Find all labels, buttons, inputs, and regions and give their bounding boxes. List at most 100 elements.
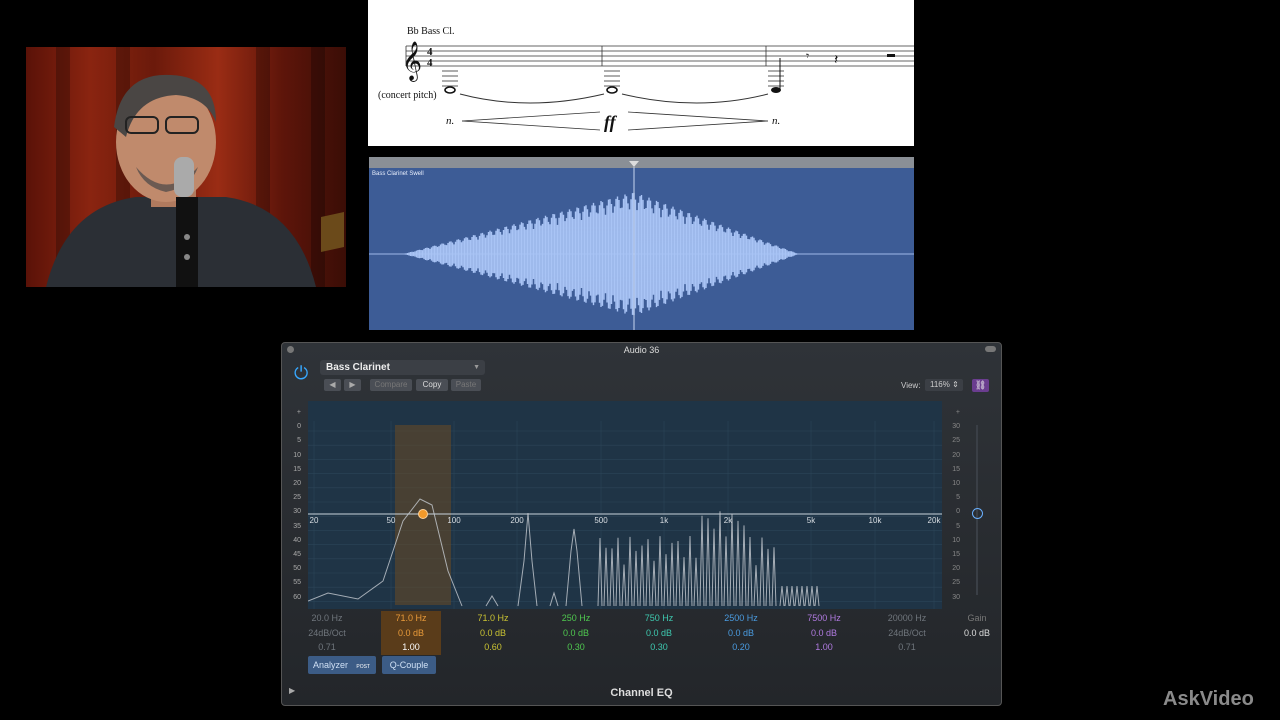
next-preset-button[interactable]: ▶ bbox=[344, 379, 361, 391]
eighth-rest-icon: 𝄾 bbox=[806, 49, 809, 63]
dynamic-peak: ff bbox=[604, 112, 618, 132]
preset-name: Bass Clarinet bbox=[326, 362, 390, 373]
freq-label: 200 bbox=[510, 516, 524, 525]
preset-selector[interactable]: Bass Clarinet ▼ bbox=[320, 360, 485, 375]
gain-slider-handle[interactable] bbox=[972, 508, 983, 519]
band-1-params[interactable]: 20.0 Hz 24dB/Oct 0.71 bbox=[297, 611, 357, 655]
band-8-params[interactable]: 20000 Hz 24dB/Oct 0.71 bbox=[877, 611, 937, 655]
band-q[interactable]: 0.60 bbox=[463, 640, 523, 655]
pitch-note: (concert pitch) bbox=[378, 90, 437, 101]
db-tick: 25 bbox=[293, 494, 301, 502]
band-gain[interactable]: 0.0 dB bbox=[381, 626, 441, 641]
band-6-params[interactable]: 2500 Hz 0.0 dB 0.20 bbox=[711, 611, 771, 655]
playhead-marker bbox=[629, 161, 639, 167]
band-q[interactable]: 1.00 bbox=[794, 640, 854, 655]
view-zoom-select[interactable]: 116% ⇕ bbox=[925, 379, 963, 391]
db-tick: 15 bbox=[293, 465, 301, 473]
band-freq[interactable]: 71.0 Hz bbox=[463, 611, 523, 626]
half-rest-icon bbox=[887, 54, 895, 57]
band-4-params[interactable]: 250 Hz 0.0 dB 0.30 bbox=[546, 611, 606, 655]
band-freq[interactable]: 750 Hz bbox=[629, 611, 689, 626]
band-q[interactable]: 0.71 bbox=[297, 640, 357, 655]
band-gain[interactable]: 0.0 dB bbox=[546, 626, 606, 641]
whole-note bbox=[444, 86, 456, 94]
eq-graph[interactable]: 20 50 100 200 500 1k 2k 5k 10k 20k bbox=[308, 401, 942, 609]
band-q[interactable]: 0.30 bbox=[629, 640, 689, 655]
band-gain[interactable]: 0.0 dB bbox=[463, 626, 523, 641]
post-badge: POST bbox=[356, 664, 370, 670]
askvideo-logo: AskVideo bbox=[1163, 688, 1254, 710]
band-freq[interactable]: 2500 Hz bbox=[711, 611, 771, 626]
band-7-params[interactable]: 7500 Hz 0.0 dB 1.00 bbox=[794, 611, 854, 655]
band-freq[interactable]: 20000 Hz bbox=[877, 611, 937, 626]
right-db-tick: 20 bbox=[952, 565, 960, 573]
band-q[interactable]: 1.00 bbox=[381, 640, 441, 655]
band-3-params[interactable]: 71.0 Hz 0.0 dB 0.60 bbox=[463, 611, 523, 655]
db-tick: 10 bbox=[293, 451, 301, 459]
band2-handle[interactable] bbox=[418, 509, 428, 519]
time-sig-bottom: 4 bbox=[427, 57, 433, 69]
q-couple-button[interactable]: Q-Couple bbox=[382, 656, 436, 674]
prev-preset-button[interactable]: ◀ bbox=[324, 379, 341, 391]
analyzer-button[interactable]: Analyzer POST bbox=[308, 656, 376, 674]
freq-label: 20k bbox=[928, 516, 942, 525]
compare-button[interactable]: Compare bbox=[370, 379, 412, 391]
band-2-params[interactable]: 71.0 Hz 0.0 dB 1.00 bbox=[381, 611, 441, 655]
band-freq[interactable]: 250 Hz bbox=[546, 611, 606, 626]
dynamic-start: n. bbox=[446, 115, 454, 127]
treble-clef-icon: 𝄞 bbox=[402, 42, 422, 82]
right-db-tick: + bbox=[955, 409, 960, 416]
gain-label: Gain bbox=[967, 613, 987, 623]
right-db-tick: 15 bbox=[952, 465, 960, 473]
db-tick: 0 bbox=[297, 423, 301, 431]
band-gain[interactable]: 24dB/Oct bbox=[877, 626, 937, 641]
gain-value[interactable]: 0.0 dB bbox=[954, 626, 1000, 641]
quarter-rest-icon: 𝄽 bbox=[834, 53, 838, 68]
freq-label: 50 bbox=[387, 516, 396, 525]
freq-label: 5k bbox=[807, 516, 816, 525]
video-frame bbox=[26, 47, 346, 287]
copy-button[interactable]: Copy bbox=[416, 379, 448, 391]
band-q[interactable]: 0.71 bbox=[877, 640, 937, 655]
db-tick: 40 bbox=[293, 536, 301, 544]
power-icon[interactable]: ⏻ bbox=[294, 364, 312, 382]
right-db-tick: 15 bbox=[952, 551, 960, 558]
paste-button[interactable]: Paste bbox=[451, 379, 481, 391]
band-gain[interactable]: 0.0 dB bbox=[711, 626, 771, 641]
band-freq[interactable]: 7500 Hz bbox=[794, 611, 854, 626]
db-tick: 60 bbox=[293, 593, 301, 601]
link-icon[interactable]: ⛓ bbox=[972, 379, 989, 392]
freq-label: 1k bbox=[660, 516, 669, 525]
right-db-tick: 5 bbox=[956, 522, 960, 530]
db-tick: 30 bbox=[293, 508, 301, 516]
instrument-name: Bb Bass Cl. bbox=[407, 26, 455, 37]
band-q[interactable]: 0.20 bbox=[711, 640, 771, 655]
band-5-params[interactable]: 750 Hz 0.0 dB 0.30 bbox=[629, 611, 689, 655]
view-label: View: bbox=[901, 381, 921, 390]
resize-icon[interactable] bbox=[985, 346, 996, 352]
channel-eq-window: Audio 36 ⏻ Bass Clarinet ▼ ◀ ▶ Compare C… bbox=[281, 342, 1002, 706]
band-gain[interactable]: 0.0 dB bbox=[629, 626, 689, 641]
db-tick: 5 bbox=[297, 437, 301, 445]
band-freq[interactable]: 20.0 Hz bbox=[297, 611, 357, 626]
freq-label: 20 bbox=[310, 516, 319, 525]
freq-label: 100 bbox=[447, 516, 461, 525]
db-tick: 20 bbox=[293, 480, 301, 487]
right-db-tick: 20 bbox=[952, 451, 960, 459]
db-tick: 35 bbox=[293, 522, 301, 530]
right-db-tick: 25 bbox=[952, 437, 960, 445]
right-db-tick: 25 bbox=[952, 579, 960, 587]
band-gain[interactable]: 0.0 dB bbox=[794, 626, 854, 641]
chevron-down-icon: ▼ bbox=[473, 364, 480, 371]
db-tick: 55 bbox=[293, 579, 301, 587]
freq-label: 500 bbox=[594, 516, 608, 525]
audio-region[interactable]: Bass Clarinet Swell bbox=[369, 157, 914, 330]
gain-column[interactable]: Gain 0.0 dB bbox=[954, 611, 1000, 640]
db-tick: 50 bbox=[293, 565, 301, 573]
db-tick: 45 bbox=[293, 551, 301, 558]
band-q[interactable]: 0.30 bbox=[546, 640, 606, 655]
band-gain[interactable]: 24dB/Oct bbox=[297, 626, 357, 641]
band-freq[interactable]: 71.0 Hz bbox=[381, 611, 441, 626]
right-db-tick: 10 bbox=[952, 480, 960, 487]
right-db-tick: 30 bbox=[952, 593, 960, 601]
